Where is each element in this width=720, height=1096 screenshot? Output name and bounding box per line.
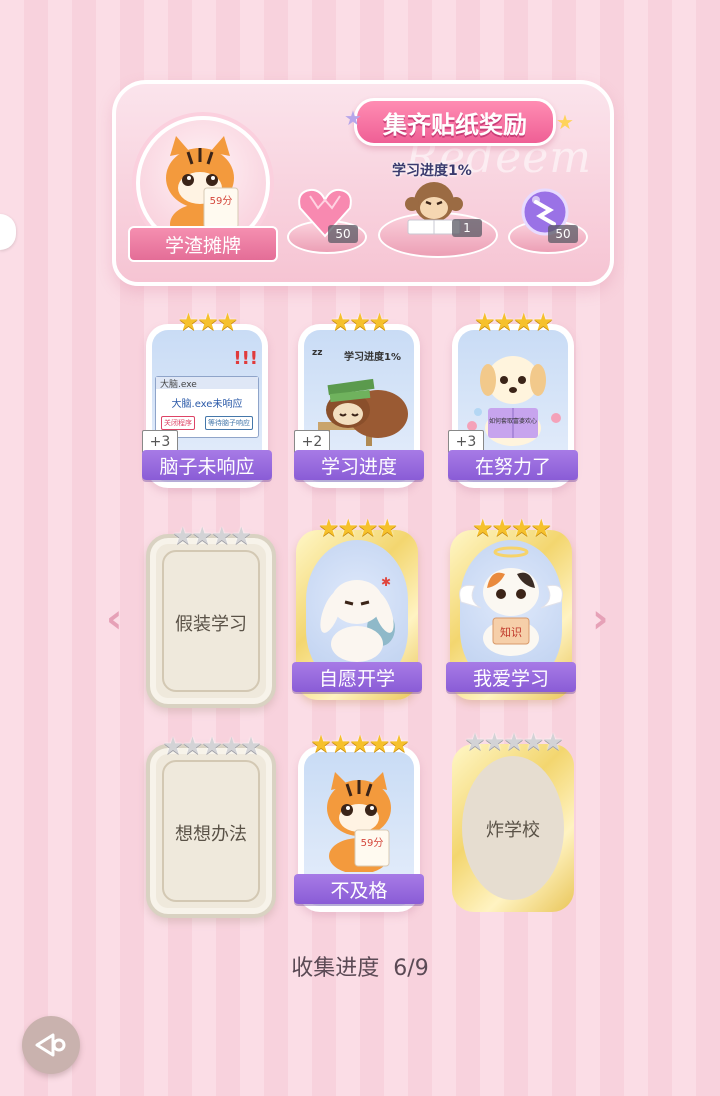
- sparkle-icon: ★: [344, 106, 362, 130]
- card-name: 想想办法: [175, 824, 247, 845]
- star-rating: ★★★★: [317, 514, 398, 542]
- star-rating: ★★★: [177, 308, 239, 336]
- side-tab[interactable]: [0, 214, 16, 250]
- collection-progress: 收集进度 6/9: [0, 950, 720, 982]
- sticker-card-locked[interactable]: ★★★★ 假装学习: [146, 524, 276, 708]
- book-title: 如何套取富婆欢心: [489, 417, 537, 425]
- prev-page-arrow-icon[interactable]: ‹: [106, 596, 122, 642]
- back-button[interactable]: [22, 1016, 80, 1074]
- sticker-card-gold[interactable]: ★★★★ 知识 我爱学习: [446, 516, 576, 700]
- next-page-arrow-icon[interactable]: ›: [592, 596, 608, 642]
- bunny-icon: ✱: [320, 575, 395, 662]
- sticker-card[interactable]: ★★★★★ 59分 不及格: [294, 732, 424, 912]
- exclaim-icon: !!!: [233, 348, 258, 369]
- card-name: 假装学习: [175, 614, 247, 635]
- banner-title: 集齐贴纸奖励: [354, 98, 556, 146]
- popup-title: 大脑.exe: [156, 377, 258, 390]
- card-name: 脑子未响应: [142, 450, 272, 480]
- popup-close-button: 关闭程序: [161, 416, 195, 430]
- error-popup: 大脑.exe 大脑.exe未响应 关闭程序 等待脑子响应: [155, 376, 259, 438]
- card-name: 不及格: [294, 874, 424, 904]
- sticker-card[interactable]: ★★★ 学习进度1% zz +2 学习进度: [294, 310, 424, 488]
- card-name: 自愿开学: [292, 662, 422, 692]
- star-rating: ★★★★: [473, 308, 554, 336]
- svg-text:✱: ✱: [381, 575, 391, 589]
- sticker-card[interactable]: ★★★ 大脑.exe 大脑.exe未响应 关闭程序 等待脑子响应 !!! +3 …: [142, 310, 272, 488]
- reward-qty: 1: [452, 219, 482, 237]
- sticker-card-gold[interactable]: ★★★★ ✱ 自愿开学: [292, 516, 422, 700]
- star-rating: ★★★★★: [310, 730, 410, 758]
- card-name: 学习进度: [294, 450, 424, 480]
- avatar-paper-text: 59分: [210, 195, 233, 207]
- angel-cat-icon: 知识: [459, 546, 563, 656]
- reward-qty: 50: [328, 225, 358, 243]
- sticker-card-locked[interactable]: ★★★★★ 想想办法: [146, 734, 276, 918]
- paper-score: 59分: [361, 837, 384, 849]
- sparkle-icon: ★: [556, 110, 574, 134]
- card-name: 我爱学习: [446, 662, 576, 692]
- progress-value: 6/9: [393, 956, 429, 981]
- sticker-card[interactable]: ★★★★ 如何套取富婆欢心 +3 在努力了: [448, 310, 578, 488]
- reward-qty: 50: [548, 225, 578, 243]
- book-title: 知识: [500, 625, 522, 639]
- popup-wait-button: 等待脑子响应: [205, 416, 253, 430]
- progress-label: 收集进度: [291, 956, 380, 981]
- star-rating: ★★★★★: [162, 732, 262, 760]
- sticker-card-locked[interactable]: ★★★★★ 炸学校: [452, 730, 574, 912]
- card-name: 在努力了: [448, 450, 578, 480]
- tiger-icon: 59分: [327, 772, 391, 872]
- sleep-text: zz: [312, 348, 323, 358]
- star-rating: ★★★★★: [464, 728, 564, 756]
- back-arrow-icon: [35, 1033, 66, 1057]
- star-rating: ★★★★: [471, 514, 552, 542]
- card-bubble-text: 学习进度1%: [344, 352, 401, 363]
- card-name: 炸学校: [486, 820, 540, 841]
- popup-text: 大脑.exe未响应: [171, 399, 243, 410]
- star-rating: ★★★: [329, 308, 391, 336]
- avatar-title-ribbon: 学渣摊牌: [128, 226, 278, 262]
- star-rating: ★★★★: [171, 522, 252, 550]
